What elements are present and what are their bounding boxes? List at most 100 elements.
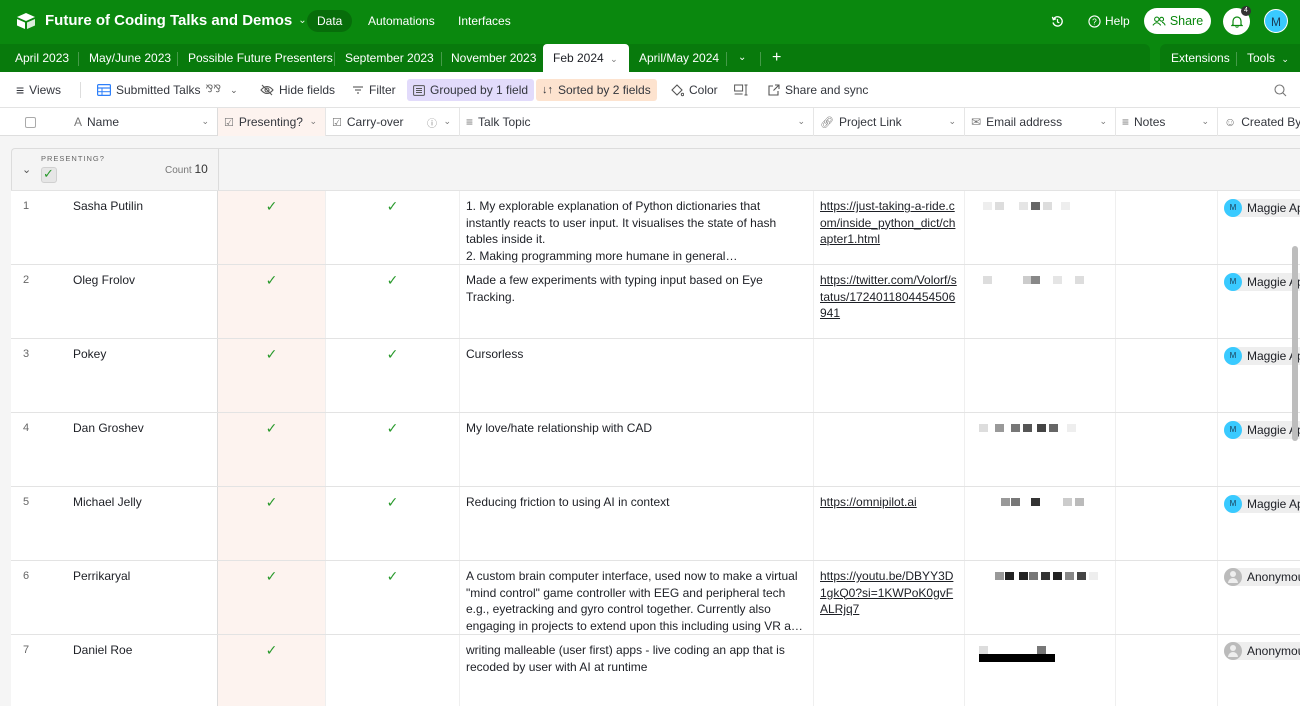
cell-carry-over[interactable]: ✓ <box>326 265 460 339</box>
cell-notes[interactable] <box>1116 413 1218 487</box>
history-button[interactable] <box>1051 0 1064 42</box>
cell-created-by[interactable]: M Maggie Ap <box>1218 339 1300 413</box>
project-link[interactable]: https://omnipilot.ai <box>820 495 917 509</box>
cell-talk-topic[interactable]: My love/hate relationship with CAD <box>460 413 814 487</box>
nav-interfaces[interactable]: Interfaces <box>448 10 521 32</box>
info-icon[interactable]: ⓘ <box>427 115 437 130</box>
cell-carry-over[interactable] <box>326 635 460 706</box>
cell-name[interactable]: Perrikaryal <box>71 561 218 635</box>
column-header-email[interactable]: ✉︎ Email address ⌄ <box>965 108 1116 136</box>
cell-notes[interactable] <box>1116 265 1218 339</box>
cell-created-by[interactable]: M Maggie Ap <box>1218 265 1300 339</box>
table-row[interactable]: 7 Daniel Roe ✓ writing malleable (user f… <box>11 634 1300 706</box>
cell-carry-over[interactable]: ✓ <box>326 561 460 635</box>
column-header-name[interactable]: A Name ⌄ <box>60 108 218 136</box>
table-tab[interactable]: April 2023 <box>15 44 69 72</box>
table-tab[interactable]: Possible Future Presenters <box>188 44 333 72</box>
table-row[interactable]: 3 Pokey ✓ ✓ Cursorless M Maggie Ap <box>11 338 1300 413</box>
project-link[interactable]: https://twitter.com/Volorf/status/172401… <box>820 273 957 320</box>
cell-talk-topic[interactable]: 1. My explorable explanation of Python d… <box>460 191 814 265</box>
cell-name[interactable]: Pokey <box>71 339 218 413</box>
cell-created-by[interactable]: M Maggie Ap <box>1218 413 1300 487</box>
hide-fields-button[interactable]: Hide fields <box>254 79 341 101</box>
table-row[interactable]: 1 Sasha Putilin ✓ ✓ 1. My explorable exp… <box>11 190 1300 265</box>
cell-name[interactable]: Sasha Putilin <box>71 191 218 265</box>
cell-presenting[interactable]: ✓ <box>218 635 326 706</box>
view-switcher[interactable]: Submitted Talks ⅋⅋ ⌄ <box>91 79 244 101</box>
cell-created-by[interactable]: M Maggie Ap <box>1218 191 1300 265</box>
row-height-button[interactable] <box>728 79 754 101</box>
cell-talk-topic[interactable]: Reducing friction to using AI in context <box>460 487 814 561</box>
cell-presenting[interactable]: ✓ <box>218 339 326 413</box>
color-button[interactable]: Color <box>664 79 724 101</box>
column-header-talk-topic[interactable]: ≡ Talk Topic ⌄ <box>460 108 814 136</box>
tools-button[interactable]: Tools ⌄ <box>1247 44 1289 72</box>
cell-presenting[interactable]: ✓ <box>218 487 326 561</box>
nav-data[interactable]: Data <box>307 10 353 32</box>
cell-name[interactable]: Dan Groshev <box>71 413 218 487</box>
cell-email[interactable] <box>965 339 1116 413</box>
cell-presenting[interactable]: ✓ <box>218 265 326 339</box>
cell-email[interactable] <box>965 561 1116 635</box>
cell-talk-topic[interactable]: Made a few experiments with typing input… <box>460 265 814 339</box>
cell-presenting[interactable]: ✓ <box>218 191 326 265</box>
cell-project-link[interactable]: https://youtu.be/DBYY3D1gkQ0?si=1KWPoK0g… <box>814 561 965 635</box>
cell-project-link[interactable]: https://omnipilot.ai <box>814 487 965 561</box>
cell-email[interactable] <box>965 265 1116 339</box>
cell-email[interactable] <box>965 413 1116 487</box>
project-link[interactable]: https://youtu.be/DBYY3D1gkQ0?si=1KWPoK0g… <box>820 569 953 616</box>
table-tab-active[interactable]: Feb 2024 ⌄ <box>543 44 629 72</box>
cell-name[interactable]: Michael Jelly <box>71 487 218 561</box>
collapse-chevron-icon[interactable]: ⌄ <box>22 163 31 176</box>
base-title-menu[interactable]: Future of Coding Talks and Demos ⌄ <box>45 12 307 29</box>
table-row[interactable]: 5 Michael Jelly ✓ ✓ Reducing friction to… <box>11 486 1300 561</box>
select-all-checkbox[interactable] <box>0 108 60 136</box>
nav-automations[interactable]: Automations <box>358 10 445 32</box>
table-row[interactable]: 2 Oleg Frolov ✓ ✓ Made a few experiments… <box>11 264 1300 339</box>
cell-presenting[interactable]: ✓ <box>218 413 326 487</box>
table-tab[interactable]: September 2023 <box>345 44 434 72</box>
cell-carry-over[interactable]: ✓ <box>326 487 460 561</box>
cell-talk-topic[interactable]: writing malleable (user first) apps - li… <box>460 635 814 706</box>
cell-notes[interactable] <box>1116 339 1218 413</box>
cell-notes[interactable] <box>1116 487 1218 561</box>
cell-created-by[interactable]: Anonymous <box>1218 561 1300 635</box>
cell-created-by[interactable]: Anonymous <box>1218 635 1300 706</box>
cell-carry-over[interactable]: ✓ <box>326 191 460 265</box>
table-row[interactable]: 4 Dan Groshev ✓ ✓ My love/hate relations… <box>11 412 1300 487</box>
cell-notes[interactable] <box>1116 561 1218 635</box>
cell-notes[interactable] <box>1116 191 1218 265</box>
sort-button[interactable]: ↓↑ Sorted by 2 fields <box>536 79 657 101</box>
cell-notes[interactable] <box>1116 635 1218 706</box>
table-tab[interactable]: November 2023 <box>451 44 536 72</box>
cell-project-link[interactable]: https://twitter.com/Volorf/status/172401… <box>814 265 965 339</box>
cell-presenting[interactable]: ✓ <box>218 561 326 635</box>
cell-project-link[interactable] <box>814 339 965 413</box>
table-tab[interactable]: May/June 2023 <box>89 44 171 72</box>
column-header-notes[interactable]: ≡ Notes ⌄ <box>1116 108 1218 136</box>
group-button[interactable]: Grouped by 1 field <box>407 79 535 101</box>
cell-project-link[interactable] <box>814 413 965 487</box>
project-link[interactable]: https://just-taking-a-ride.com/inside_py… <box>820 199 955 246</box>
cell-email[interactable] <box>965 487 1116 561</box>
column-header-created-by[interactable]: ☺︎ Created By <box>1218 108 1300 136</box>
cell-carry-over[interactable]: ✓ <box>326 339 460 413</box>
share-sync-button[interactable]: Share and sync <box>762 79 874 101</box>
column-header-carry-over[interactable]: ☑ Carry-over ⓘ ⌄ <box>326 108 460 136</box>
cell-created-by[interactable]: M Maggie Ap <box>1218 487 1300 561</box>
share-button[interactable]: Share <box>1144 8 1211 34</box>
column-header-project-link[interactable]: 🔗︎ Project Link ⌄ <box>814 108 965 136</box>
filter-button[interactable]: Filter <box>346 79 402 101</box>
cell-name[interactable]: Oleg Frolov <box>71 265 218 339</box>
vertical-scrollbar[interactable] <box>1292 246 1298 441</box>
add-table-icon[interactable]: + <box>772 44 781 72</box>
table-tab[interactable]: April/May 2024 <box>639 44 719 72</box>
cell-talk-topic[interactable]: Cursorless <box>460 339 814 413</box>
column-header-presenting[interactable]: ☑ Presenting? ⌄ <box>218 108 326 136</box>
cell-project-link[interactable]: https://just-taking-a-ride.com/inside_py… <box>814 191 965 265</box>
search-button[interactable] <box>1268 79 1293 101</box>
cell-email[interactable] <box>965 635 1116 706</box>
more-tables-chevron-icon[interactable]: ⌄ <box>738 44 746 72</box>
user-avatar[interactable]: M <box>1264 9 1288 33</box>
cell-talk-topic[interactable]: A custom brain computer interface, used … <box>460 561 814 635</box>
